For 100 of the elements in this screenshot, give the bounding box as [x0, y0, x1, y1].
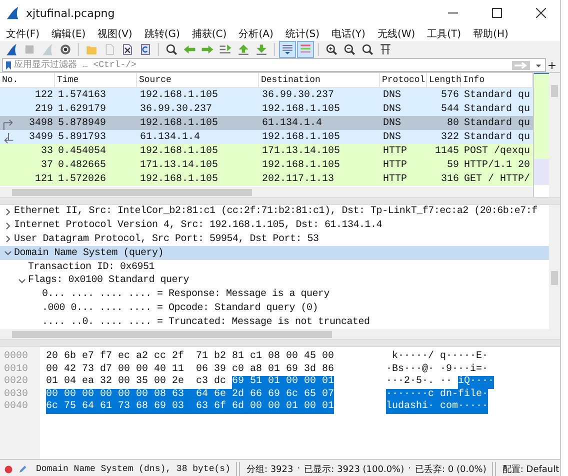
tree-item-text: .... ..0. .... .... = Truncated: Message is not truncated [42, 316, 370, 328]
ascii-bytes[interactable]: ludashi· com····· [386, 401, 488, 414]
column-header[interactable]: No. [0, 73, 55, 87]
table-cell-text: 0.454054 [57, 146, 108, 156]
collapsed-chevron-icon[interactable] [4, 208, 12, 216]
packet-row[interactable]: 122 1.574163 192.168.1.105 36.99.30.237 DNS 576 Standard qu [0, 88, 533, 102]
packet-row[interactable]: 33 0.454054 192.168.1.105 171.13.14.105 HTTP 1145 POST /qexqu [0, 144, 533, 158]
hex-bytes[interactable]: 00 00 00 00 00 00 08 63 64 6e 2d 66 69 6c 65 07 [46, 388, 334, 401]
table-cell-text: GET / HTTP/ [463, 174, 532, 184]
table-cell-text: 192.168.1.105 [139, 174, 220, 184]
menu-item[interactable]: 统计(S) [279, 26, 326, 40]
fin-icon [5, 43, 18, 56]
tree-row[interactable]: Transaction ID: 0x6951 [0, 260, 549, 274]
table-cell: 219 [34, 104, 53, 114]
menu-item[interactable]: 电话(Y) [326, 26, 372, 40]
splitter-handle[interactable] [0, 339, 560, 347]
document-x-icon [121, 43, 134, 56]
packet-row[interactable]: 121 1.572026 192.168.1.105 202.117.1.13 HTTP 316 GET / HTTP/ [0, 172, 533, 186]
status-dot-icon[interactable] [4, 464, 13, 474]
column-header[interactable]: Time [55, 73, 137, 87]
separator-dot: · [297, 464, 300, 474]
tree-row[interactable]: .... ..0. .... .... = Truncated: Message is not truncated [0, 315, 549, 330]
tree-item-text: User Datagram Protocol, Src Port: 59954, Dst Port: 53 [14, 234, 319, 245]
table-cell-text: DNS [382, 90, 402, 100]
maximize-icon[interactable] [492, 8, 502, 18]
arrow-lines-icon [219, 43, 232, 56]
packet-row[interactable]: 219 1.629179 36.99.30.237 192.168.1.105 DNS 544 Standard qu [0, 102, 533, 116]
profile-label[interactable]: 配置: Default [502, 462, 560, 476]
table-cell: 121 [34, 174, 53, 184]
offset-label: 0020 [4, 376, 30, 388]
menu-item[interactable]: 视图(V) [92, 26, 138, 40]
shark-fin-icon [6, 6, 20, 20]
vertical-scrollbar[interactable] [549, 205, 560, 339]
display-filter-field[interactable]: 应用显示过滤器 … <Ctrl-/> [2, 58, 546, 72]
table-cell-text: HTTP [382, 146, 408, 156]
add-filter-button[interactable]: + [546, 58, 558, 72]
ascii-bytes[interactable]: iQ···· [458, 376, 494, 388]
menu-item[interactable]: 分析(A) [232, 26, 280, 40]
hex-bytes[interactable]: 6c 75 64 61 73 68 69 03 63 6f 6d 00 00 01 00 01 [46, 401, 334, 414]
menu-item[interactable]: 工具(T) [421, 26, 468, 40]
table-cell-text: Standard qu [463, 90, 532, 100]
packet-row[interactable]: 3498 5.878949 192.168.1.105 61.134.1.4 DNS 80 Standard qu [0, 116, 533, 130]
ascii-bytes[interactable]: k·····/ q·····E· [386, 351, 488, 364]
menu-item[interactable]: 编辑(E) [46, 26, 92, 40]
hex-bytes[interactable]: 00 42 73 d7 00 00 40 11 06 39 c0 a8 01 69 3d 86 [46, 364, 334, 376]
menu-item[interactable]: 无线(W) [371, 26, 422, 40]
column-header[interactable]: Source [137, 73, 259, 87]
hex-bytes[interactable]: 01 04 ea 32 00 35 00 2e c3 dc [46, 376, 226, 388]
tree-row[interactable]: Flags: 0x0100 Standard query [0, 274, 549, 288]
collapsed-chevron-icon[interactable] [4, 235, 12, 244]
table-cell-text: 5.891793 [57, 132, 108, 142]
packet-row[interactable]: 37 0.482665 171.13.14.105 192.168.1.105 HTTP 59 HTTP/1.1 20 [0, 158, 533, 172]
menu-item[interactable]: 文件(F) [0, 26, 46, 40]
table-cell: 33 [40, 146, 53, 156]
tree-row[interactable]: User Datagram Protocol, Src Port: 59954, Dst Port: 53 [0, 232, 549, 246]
packet-row[interactable]: 3499 5.891793 61.134.1.4 192.168.1.105 DNS 322 Standard qu [0, 130, 533, 144]
separator-dot: · [408, 464, 411, 474]
tree-row[interactable]: Domain Name System (query) [0, 246, 549, 260]
table-cell-text: 576 [440, 90, 460, 100]
table-cell-text: DNS [382, 132, 402, 142]
tree-row[interactable]: .000 0... .... .... = Opcode: Standard query (0) [0, 301, 549, 316]
table-cell-text: 61.134.1.4 [261, 118, 324, 128]
close-icon[interactable] [536, 8, 546, 18]
table-cell-text: 192.168.1.105 [139, 90, 220, 100]
table-cell: 3499 [28, 132, 53, 142]
hex-bytes[interactable]: 20 6b e7 f7 ec a2 cc 2f 71 b2 81 c1 08 00 45 00 [46, 351, 334, 364]
menu-item[interactable]: 捕获(C) [186, 26, 233, 40]
horizontal-scrollbar[interactable] [0, 187, 533, 197]
tree-row[interactable]: Internet Protocol Version 4, Src: 192.168.1.105, Dst: 61.134.1.4 [0, 218, 549, 233]
vertical-scrollbar[interactable] [549, 73, 560, 197]
table-cell-text: 192.168.1.105 [261, 160, 342, 170]
bookmark-icon[interactable] [6, 60, 11, 70]
column-header[interactable]: Protocol [380, 73, 427, 87]
table-cell-text: 192.168.1.105 [139, 118, 220, 128]
column-header[interactable]: Destination [259, 73, 380, 87]
menu-item[interactable]: 跳转(G) [138, 26, 186, 40]
tree-item-text: Domain Name System (query) [14, 248, 164, 259]
ascii-bytes[interactable]: ···2·5·. ·· [386, 376, 452, 388]
ascii-bytes[interactable]: ·······c dn-file· [386, 388, 488, 401]
splitter-handle[interactable] [0, 197, 560, 205]
list-scroll-icon [281, 43, 294, 56]
collapsed-chevron-icon[interactable] [4, 222, 12, 230]
table-cell-text: 5.878949 [57, 118, 108, 128]
hex-bytes[interactable]: 69 51 01 00 00 01 [232, 376, 334, 388]
horizontal-scrollbar[interactable] [0, 329, 549, 340]
dropdown-caret-icon[interactable] [535, 62, 542, 68]
column-header[interactable]: Length [427, 73, 461, 87]
menu-item[interactable]: 帮助(H) [467, 26, 514, 40]
display-filter-input[interactable]: 应用显示过滤器 … <Ctrl-/> [14, 60, 511, 70]
displayed-count: 已显示: 3923 (100.0%) [304, 464, 404, 476]
tree-row[interactable]: 0... .... .... .... = Response: Message is a query [0, 288, 549, 302]
ascii-bytes[interactable]: ·Bs···@· ·9···i=· [386, 364, 488, 376]
expanded-chevron-icon[interactable] [18, 276, 26, 285]
tree-row[interactable]: Ethernet II, Src: IntelCor_b2:81:c1 (cc:2f:71:b2:81:c1), Dst: Tp-LinkT_f7:ec:a2 (20:6b:e7:f [0, 205, 549, 219]
table-cell-text: DNS [382, 118, 402, 128]
pencil-icon[interactable] [18, 464, 27, 474]
dropped-count: 已丢弃: 0 (0.0%) [415, 463, 486, 476]
tree-item-text: Ethernet II, Src: IntelCor_b2:81:c1 (cc:2f:71:b2:81:c1), Dst: Tp-LinkT_f7:ec:a2 (20:6b:e7:f [14, 206, 538, 218]
expanded-chevron-icon[interactable] [4, 249, 12, 258]
right-arrow-icon [201, 43, 214, 56]
